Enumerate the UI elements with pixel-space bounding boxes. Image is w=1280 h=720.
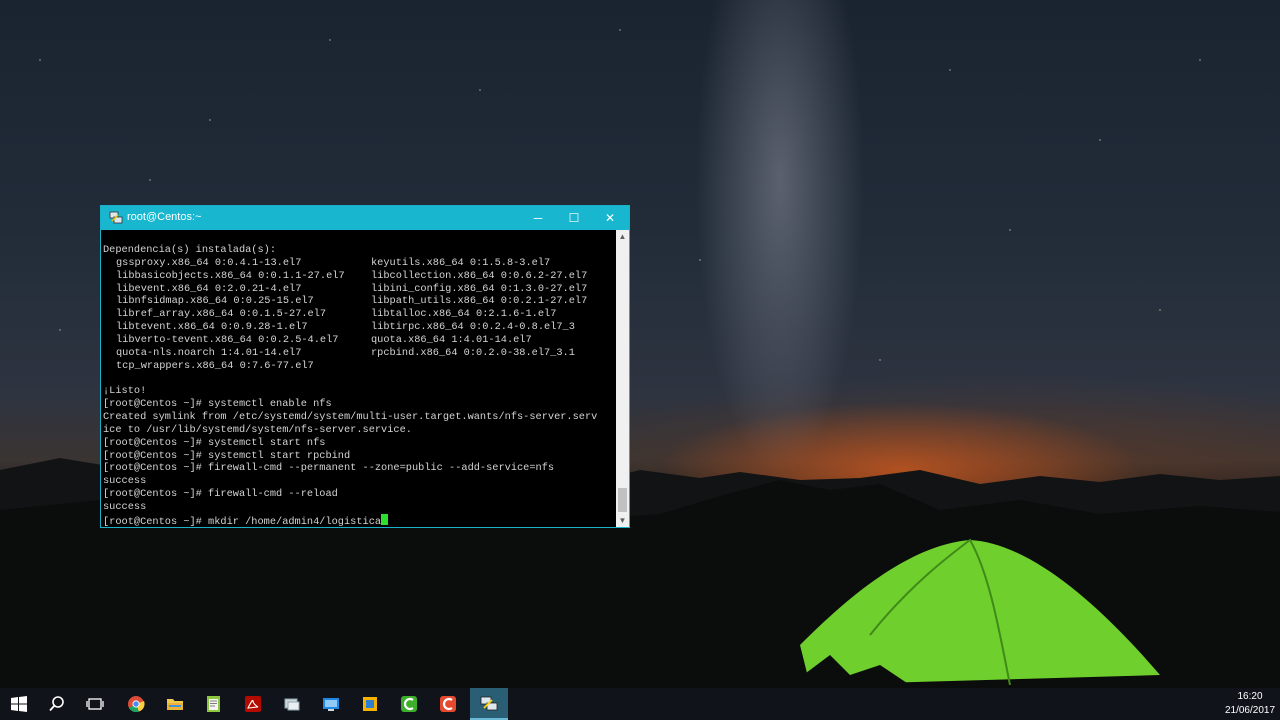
dependency-right: libtirpc.x86_64 0:0.2.4-0.8.el7_3 xyxy=(371,321,575,334)
taskbar-notepad[interactable] xyxy=(195,688,233,720)
terminal-output: ¡Listo! [root@Centos ~]# systemctl enable… xyxy=(103,372,615,513)
search-icon xyxy=(49,696,64,712)
start-button[interactable] xyxy=(0,688,38,720)
taskbar: 16:20 21/06/2017 xyxy=(0,688,1280,720)
dependency-list: gssproxy.x86_64 0:0.4.1-13.el7 keyutils.x… xyxy=(103,257,615,373)
search-button[interactable] xyxy=(38,688,76,720)
putty-icon xyxy=(109,211,123,224)
dependency-row: libverto-tevent.x86_64 0:0.2.5-4.el7 quot… xyxy=(103,334,615,347)
dependency-right: libtalloc.x86_64 0:2.1.6-1.el7 xyxy=(371,308,557,321)
taskbar-folder-app[interactable] xyxy=(351,688,389,720)
taskbar-putty[interactable] xyxy=(470,688,508,720)
deps-header: Dependencia(s) instalada(s): xyxy=(103,244,277,256)
dependency-right: libpath_utils.x86_64 0:0.2.1-27.el7 xyxy=(371,295,588,308)
dependency-left: libevent.x86_64 0:2.0.21-4.el7 xyxy=(116,282,302,295)
start-icon xyxy=(11,696,27,712)
camtasia-icon xyxy=(401,696,417,712)
camtasia-recorder-icon xyxy=(440,696,456,712)
current-prompt: [root@Centos ~]# mkdir /home/admin4/logi… xyxy=(103,515,382,527)
dependency-row: libbasicobjects.x86_64 0:0.1.1-27.el7 lib… xyxy=(103,270,615,283)
chrome-icon xyxy=(128,696,145,713)
taskbar-file-explorer[interactable] xyxy=(156,688,194,720)
dependency-right: libcollection.x86_64 0:0.6.2-27.el7 xyxy=(371,269,588,282)
acrobat-icon xyxy=(245,696,261,712)
dependency-row: gssproxy.x86_64 0:0.4.1-13.el7 keyutils.x… xyxy=(103,257,615,270)
dependency-row: tcp_wrappers.x86_64 0:7.6-77.el7 xyxy=(103,360,615,373)
task-view-icon xyxy=(86,698,104,710)
dependency-right: rpcbind.x86_64 0:0.2.0-38.el7_3.1 xyxy=(371,346,575,359)
dependency-left: libbasicobjects.x86_64 0:0.1.1-27.el7 xyxy=(116,269,345,282)
system-clock[interactable]: 16:20 21/06/2017 xyxy=(1222,690,1278,718)
text-cursor xyxy=(381,513,389,525)
current-prompt-line[interactable]: [root@Centos ~]# mkdir /home/admin4/logi… xyxy=(103,513,615,527)
taskbar-chrome[interactable] xyxy=(117,688,155,720)
notepad-icon xyxy=(207,696,220,712)
terminal-line: [root@Centos ~]# systemctl start rpcbind xyxy=(103,449,351,462)
dependency-left: quota-nls.noarch 1:4.01-14.el7 xyxy=(116,346,302,359)
dependency-row: libref_array.x86_64 0:0.1.5-27.el7 libtal… xyxy=(103,308,615,321)
terminal-line: success xyxy=(103,500,147,513)
task-view-button[interactable] xyxy=(76,688,114,720)
file-explorer-icon xyxy=(167,699,183,710)
close-button[interactable]: ✕ xyxy=(592,206,628,230)
terminal-line: [root@Centos ~]# systemctl start nfs xyxy=(103,436,326,449)
network-icon xyxy=(284,698,300,711)
scroll-down-arrow-icon[interactable]: ▼ xyxy=(616,514,629,527)
dependency-left: libverto-tevent.x86_64 0:0.2.5-4.el7 xyxy=(116,333,339,346)
taskbar-acrobat[interactable] xyxy=(234,688,272,720)
taskbar-remote-desktop[interactable] xyxy=(312,688,350,720)
dependency-left: libnfsidmap.x86_64 0:0.25-15.el7 xyxy=(116,295,314,308)
clock-time: 16:20 xyxy=(1237,691,1263,702)
putty-terminal-window[interactable]: root@Centos:~ ─ ☐ ✕ Dependencia(s) insta… xyxy=(100,205,630,528)
title-bar[interactable]: root@Centos:~ ─ ☐ ✕ xyxy=(101,206,629,230)
dependency-left: libtevent.x86_64 0:0.9.28-1.el7 xyxy=(116,321,308,334)
dependency-row: libnfsidmap.x86_64 0:0.25-15.el7 libpath_… xyxy=(103,295,615,308)
clock-date: 21/06/2017 xyxy=(1224,705,1276,716)
dependency-row: quota-nls.noarch 1:4.01-14.el7 rpcbind.x8… xyxy=(103,347,615,360)
dependency-right: keyutils.x86_64 0:1.5.8-3.el7 xyxy=(371,256,551,269)
window-title: root@Centos:~ xyxy=(127,211,202,223)
remote-desktop-icon xyxy=(323,698,339,711)
dependency-row: libtevent.x86_64 0:0.9.28-1.el7 libtirpc.… xyxy=(103,321,615,334)
dependency-right: quota.x86_64 1:4.01-14.el7 xyxy=(371,333,532,346)
terminal-line: ¡Listo! xyxy=(103,385,147,398)
scroll-thumb[interactable] xyxy=(618,488,627,512)
dependency-right: libini_config.x86_64 0:1.3.0-27.el7 xyxy=(371,282,588,295)
folder-app-icon xyxy=(363,697,377,711)
terminal-line: [root@Centos ~]# firewall-cmd --permanen… xyxy=(103,462,555,475)
scroll-up-arrow-icon[interactable]: ▲ xyxy=(616,230,629,243)
taskbar-camtasia-recorder[interactable] xyxy=(429,688,467,720)
dependency-left: tcp_wrappers.x86_64 0:7.6-77.el7 xyxy=(116,359,314,372)
maximize-button[interactable]: ☐ xyxy=(556,206,592,230)
taskbar-network[interactable] xyxy=(273,688,311,720)
taskbar-camtasia[interactable] xyxy=(390,688,428,720)
terminal-line: [root@Centos ~]# firewall-cmd --reload xyxy=(103,488,338,501)
wallpaper-tent xyxy=(790,538,1160,685)
dependency-row: libevent.x86_64 0:2.0.21-4.el7 libini_con… xyxy=(103,283,615,296)
terminal-console[interactable]: Dependencia(s) instalada(s): gssproxy.x8… xyxy=(103,244,615,527)
terminal-line: [root@Centos ~]# systemctl enable nfs xyxy=(103,398,332,411)
dependency-left: gssproxy.x86_64 0:0.4.1-13.el7 xyxy=(116,256,302,269)
vertical-scrollbar[interactable]: ▲ ▼ xyxy=(616,230,629,527)
putty-icon xyxy=(480,696,498,711)
terminal-line: Created symlink from /etc/systemd/system… xyxy=(103,410,598,423)
dependency-left: libref_array.x86_64 0:0.1.5-27.el7 xyxy=(116,308,327,321)
minimize-button[interactable]: ─ xyxy=(520,206,556,230)
terminal-line: success xyxy=(103,475,147,488)
terminal-line: ice to /usr/lib/systemd/system/nfs-serve… xyxy=(103,423,412,436)
